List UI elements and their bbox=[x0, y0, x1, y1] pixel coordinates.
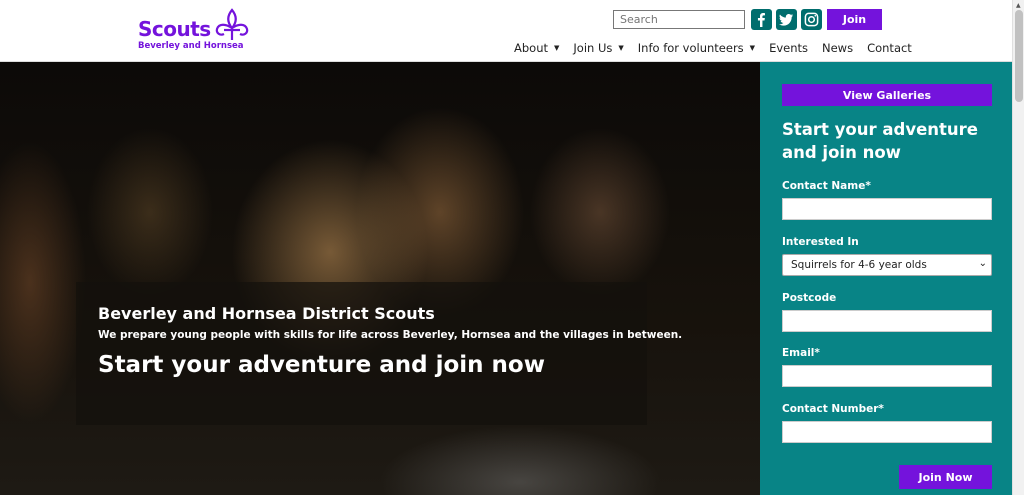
twitter-link[interactable] bbox=[776, 9, 797, 30]
hero-campfire-photo: Beverley and Hornsea District Scouts We … bbox=[0, 62, 760, 495]
join-button[interactable]: Join bbox=[827, 9, 882, 30]
instagram-icon bbox=[804, 12, 819, 27]
nav-item-news[interactable]: News bbox=[822, 41, 853, 55]
logo-wordmark: Scouts bbox=[138, 17, 211, 41]
search-input[interactable] bbox=[613, 10, 745, 29]
facebook-link[interactable] bbox=[751, 9, 772, 30]
nav-item-join-us[interactable]: Join Us ▼ bbox=[573, 41, 623, 55]
join-now-button[interactable]: Join Now bbox=[899, 465, 992, 489]
form-heading: Start your adventure and join now bbox=[782, 120, 978, 162]
hero-cta-heading: Start your adventure and join now bbox=[98, 352, 545, 378]
nav-label: Info for volunteers bbox=[637, 41, 744, 55]
nav-item-events[interactable]: Events bbox=[769, 41, 808, 55]
contact-name-label: Contact Name* bbox=[782, 180, 871, 192]
caret-down-icon: ▼ bbox=[618, 44, 624, 52]
nav-label: News bbox=[822, 41, 854, 55]
nav-label: Join Us bbox=[573, 41, 613, 55]
hero-title: Beverley and Hornsea District Scouts bbox=[98, 304, 435, 323]
email-input[interactable] bbox=[782, 365, 992, 387]
contact-number-input[interactable] bbox=[782, 421, 992, 443]
postcode-label: Postcode bbox=[782, 292, 837, 304]
nav-item-about[interactable]: About ▼ bbox=[514, 41, 559, 55]
email-label: Email* bbox=[782, 347, 820, 359]
page-scrollbar[interactable]: ▲ bbox=[1012, 0, 1024, 495]
selected-option: Squirrels for 4-6 year olds bbox=[791, 259, 927, 271]
facebook-icon bbox=[757, 13, 765, 27]
fleur-de-lis-icon bbox=[215, 8, 249, 40]
logo-subtitle: Beverley and Hornsea bbox=[138, 41, 244, 51]
contact-number-label: Contact Number* bbox=[782, 403, 884, 415]
nav-label: Contact bbox=[867, 41, 912, 55]
site-header: Scouts Beverley and Hornsea Join About ▼ … bbox=[0, 0, 1012, 62]
nav-label: About bbox=[514, 41, 549, 55]
scroll-up-arrow-icon[interactable]: ▲ bbox=[1016, 2, 1021, 9]
instagram-link[interactable] bbox=[801, 9, 822, 30]
scrollbar-thumb[interactable] bbox=[1015, 10, 1023, 102]
caret-down-icon: ▼ bbox=[554, 44, 560, 52]
view-galleries-button[interactable]: View Galleries bbox=[782, 84, 992, 106]
join-form-panel: View Galleries Start your adventure and … bbox=[760, 62, 1012, 495]
interested-in-label: Interested In bbox=[782, 236, 859, 248]
main-nav: About ▼ Join Us ▼ Info for volunteers ▼ Eve… bbox=[514, 41, 926, 55]
twitter-icon bbox=[779, 13, 794, 26]
contact-name-input[interactable] bbox=[782, 198, 992, 220]
scouts-logo[interactable]: Scouts Beverley and Hornsea bbox=[138, 8, 258, 54]
nav-item-contact[interactable]: Contact bbox=[867, 41, 912, 55]
chevron-down-icon: ⌄ bbox=[978, 258, 987, 269]
hero-caption-box: Beverley and Hornsea District Scouts We … bbox=[76, 282, 682, 425]
nav-item-info-for-volunteers[interactable]: Info for volunteers ▼ bbox=[638, 41, 755, 55]
postcode-input[interactable] bbox=[782, 310, 992, 332]
caret-down-icon: ▼ bbox=[749, 44, 756, 52]
nav-label: Events bbox=[769, 41, 808, 55]
interested-in-select[interactable]: Squirrels for 4-6 year olds ⌄ bbox=[782, 254, 992, 276]
hero-subtitle: We prepare young people with skills for … bbox=[98, 329, 683, 341]
